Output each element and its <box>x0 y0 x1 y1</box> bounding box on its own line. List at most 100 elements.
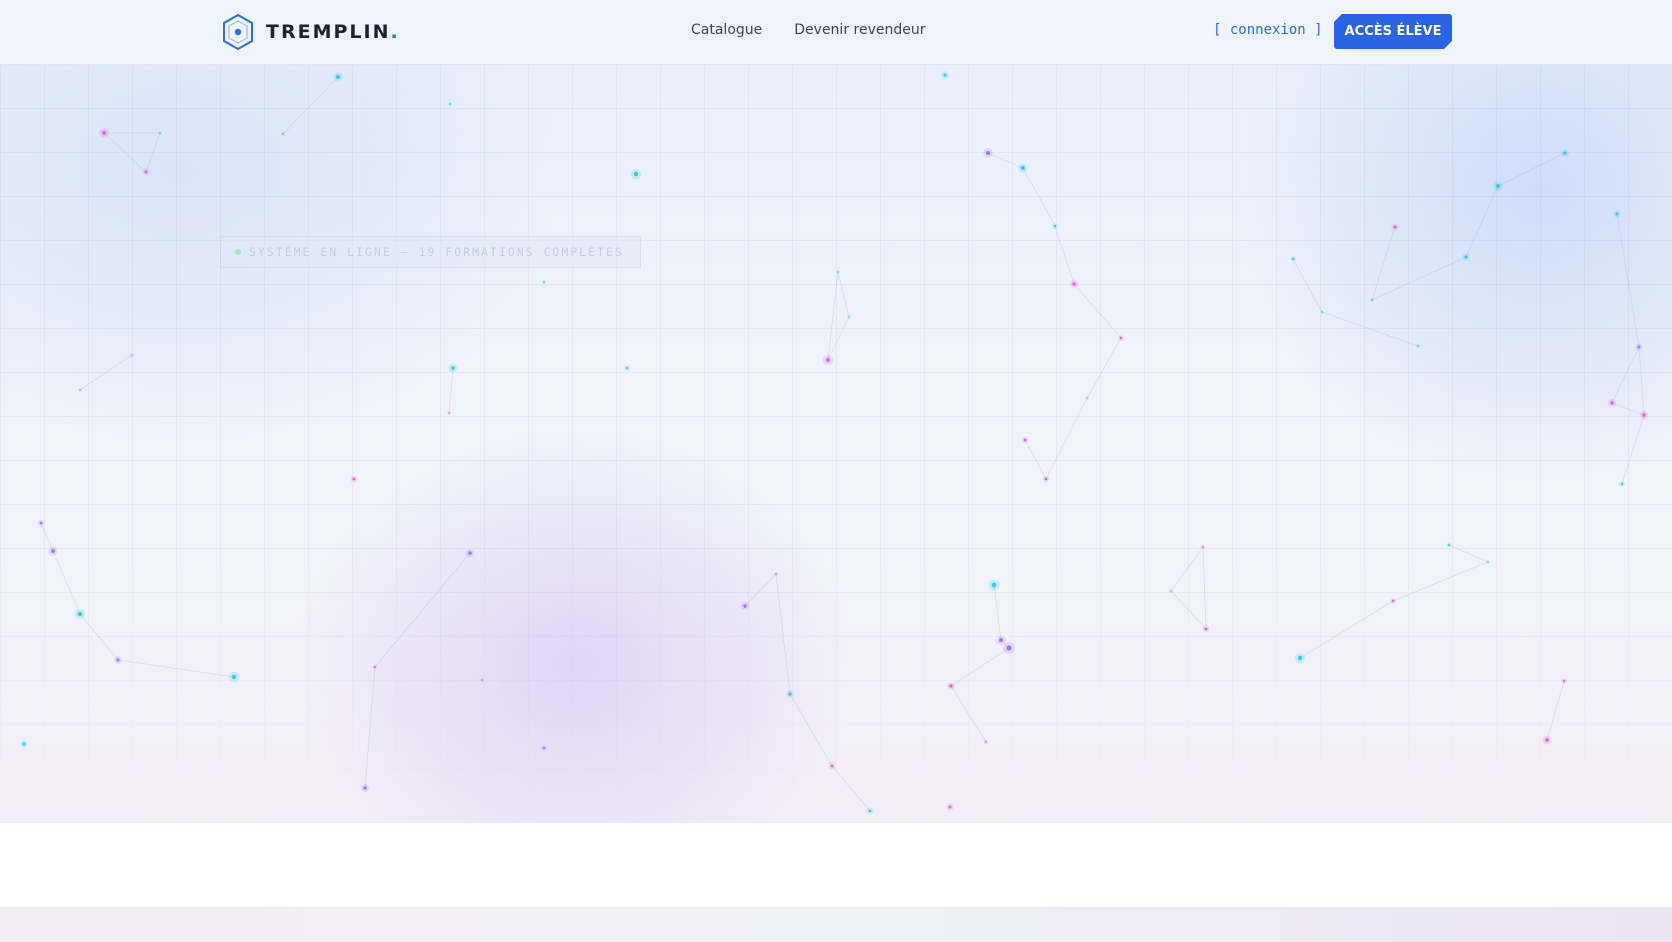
network-link <box>950 685 987 743</box>
network-link <box>448 367 454 414</box>
network-link <box>1170 590 1207 630</box>
network-node <box>1417 345 1419 347</box>
network-node <box>77 611 83 617</box>
network-node <box>1119 336 1123 340</box>
network-link <box>1321 311 1419 347</box>
network-link <box>1054 225 1075 285</box>
network-link <box>827 271 839 361</box>
network-node <box>374 666 376 668</box>
network-node <box>542 746 546 750</box>
network-node <box>1545 738 1549 742</box>
brand-name: TREMPLIN. <box>266 21 400 43</box>
network-node <box>144 170 148 174</box>
network-link <box>374 552 471 668</box>
hero-section: SYSTÈME EN LIGNE — 19 FORMATIONS COMPLÈT… <box>0 64 1672 823</box>
network-link <box>1073 283 1122 339</box>
network-link <box>364 666 376 789</box>
network-node <box>1044 477 1048 481</box>
brand-logo[interactable]: TREMPLIN. <box>222 14 400 50</box>
network-node <box>451 366 455 370</box>
network-link <box>827 316 850 361</box>
network-node <box>830 764 834 768</box>
network-node <box>625 366 629 370</box>
network-node <box>1620 482 1624 486</box>
network-node <box>1563 151 1567 155</box>
network-link <box>1202 546 1207 630</box>
network-node <box>1393 225 1397 229</box>
network-node <box>1464 255 1468 259</box>
network-node <box>1053 224 1057 228</box>
network-node <box>848 316 850 318</box>
network-node <box>1615 212 1619 216</box>
network-link <box>1086 337 1122 399</box>
network-link <box>117 659 235 678</box>
network-node <box>1006 645 1012 651</box>
network-link <box>789 693 833 767</box>
network-link <box>1022 167 1056 227</box>
network-node <box>1204 627 1208 631</box>
network-node <box>1072 282 1076 286</box>
network-node <box>633 171 639 177</box>
network-node <box>448 412 450 414</box>
network-node <box>1202 546 1204 548</box>
network-node <box>825 357 831 363</box>
network-link <box>1611 402 1645 416</box>
network-link <box>1045 397 1088 480</box>
network-link <box>1299 600 1394 659</box>
network-link <box>775 573 791 695</box>
network-node <box>1321 311 1323 313</box>
network-node <box>1291 257 1295 261</box>
network-node <box>1610 401 1614 405</box>
network-node <box>159 132 161 134</box>
network-node <box>131 354 133 356</box>
network-node <box>231 674 237 680</box>
network-node <box>837 271 839 273</box>
nav-link-devenir-revendeur[interactable]: Devenir revendeur <box>794 22 925 38</box>
network-node <box>991 582 997 588</box>
network-link <box>103 132 147 173</box>
network-node <box>1371 299 1373 301</box>
network-link <box>1448 544 1489 563</box>
network-node <box>79 389 81 391</box>
student-access-button[interactable]: ACCÈS ÉLÈVE <box>1334 14 1452 49</box>
login-link[interactable]: [ connexion ] <box>1213 22 1323 38</box>
network-link <box>837 271 850 318</box>
hexagon-logo-icon <box>223 14 253 50</box>
network-node <box>999 638 1003 642</box>
network-link <box>52 550 81 615</box>
section-spacer <box>0 823 1672 907</box>
network-node <box>943 73 947 77</box>
network-node <box>1170 590 1172 592</box>
network-link <box>993 584 1002 641</box>
network-node <box>352 477 356 481</box>
network-link <box>1292 258 1323 313</box>
network-link <box>1170 546 1204 592</box>
online-status-dot <box>235 249 241 255</box>
particle-network <box>20 71 1649 815</box>
network-link <box>1024 439 1047 480</box>
network-node <box>1023 438 1027 442</box>
network-node <box>1086 397 1088 399</box>
network-node <box>1021 166 1025 170</box>
network-link <box>1371 256 1467 301</box>
network-node <box>543 281 545 283</box>
network-link <box>1371 226 1396 301</box>
network-link <box>1638 346 1645 416</box>
network-node <box>1487 561 1489 563</box>
nav-link-catalogue[interactable]: Catalogue <box>691 22 762 38</box>
network-node <box>336 75 340 79</box>
top-navbar: TREMPLIN. Catalogue Devenir revendeur [ … <box>0 0 1672 65</box>
network-link <box>1392 561 1489 602</box>
network-node <box>985 741 987 743</box>
network-node <box>949 684 953 688</box>
network-node <box>986 151 990 155</box>
network-node <box>51 549 55 553</box>
network-node <box>1562 679 1566 683</box>
network-link <box>831 765 871 812</box>
network-link <box>1497 152 1566 187</box>
network-link <box>1611 346 1640 404</box>
network-node <box>1642 413 1646 417</box>
network-link <box>1465 185 1499 258</box>
network-node <box>788 692 792 696</box>
network-node <box>363 786 367 790</box>
